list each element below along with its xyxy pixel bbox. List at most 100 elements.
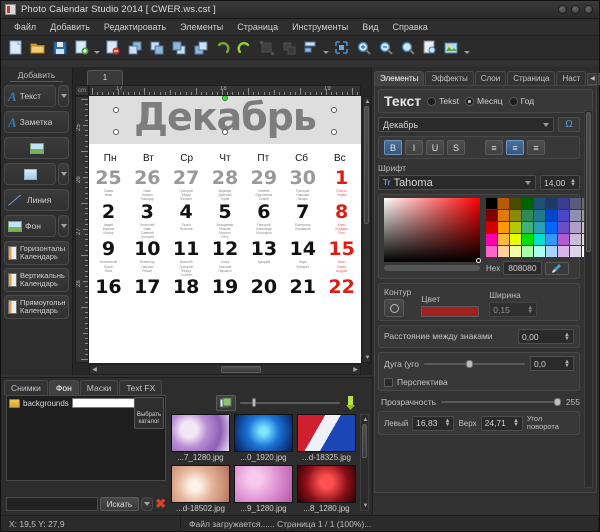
color-swatch[interactable] [510,246,521,257]
color-alpha-slider[interactable] [384,265,480,271]
calendar-day-cell[interactable]: 15ИванПавелАндрей [322,239,361,277]
top-steppers[interactable]: ▲▼ [513,419,519,427]
sv-cursor[interactable] [476,258,481,263]
char-spacing-spin[interactable]: 0,00 ▲▼ [518,329,574,344]
calendar-page[interactable]: Декабрь ПнВтСрЧтПтСбВс 25СавваИван26Иван… [89,96,361,363]
color-swatch[interactable] [558,222,569,233]
zoom-in-icon[interactable] [353,38,374,58]
sidebar-item-vertical-calendar[interactable]: Вертикальнь Календарь [4,268,69,292]
selection-handle-bc[interactable] [222,129,228,135]
thumb-pink-pattern[interactable] [234,465,293,503]
color-swatch[interactable] [522,246,533,257]
calendar-day-cell[interactable]: 17 [128,277,167,297]
color-swatch[interactable] [570,222,581,233]
color-swatch[interactable] [486,234,497,245]
menu-help[interactable]: Справка [386,20,435,34]
color-swatch[interactable] [558,234,569,245]
tab-layers[interactable]: Слои [475,71,506,85]
color-swatch[interactable] [498,246,509,257]
selection-handle-tr[interactable] [331,107,337,113]
minimize-button[interactable] [558,5,567,14]
export-image-icon[interactable] [441,38,462,58]
color-swatch[interactable] [546,222,557,233]
menu-elements[interactable]: Элементы [173,20,230,34]
calendar-day-cell[interactable]: 2АвдейВарламИосиф [89,202,128,240]
calendar-day-cell[interactable]: 11ВасилийГригорийФёдорСтепан [167,239,206,277]
library-scroll-down[interactable]: ▼ [361,501,370,510]
color-swatch[interactable] [510,222,521,233]
menu-edit[interactable]: Редактировать [97,20,173,34]
thumbnail-item[interactable]: ...8_1280.jpg [297,465,356,513]
calendar-day-cell[interactable]: 8КлимКлавдияПётр [322,202,361,240]
color-swatch[interactable] [546,234,557,245]
thumbnail-size-slider[interactable] [240,398,340,408]
send-backward-icon[interactable] [168,38,189,58]
italic-button[interactable]: I [405,140,423,155]
calendar-day-cell[interactable]: 30ГригорийНиколайЛазарь [283,168,322,202]
arc-slider[interactable] [424,359,525,369]
text-dropdown-icon[interactable] [58,85,69,107]
color-swatch[interactable] [486,210,497,221]
perspective-checkbox[interactable] [384,378,393,387]
export-dropdown-icon[interactable] [463,38,471,58]
calendar-day-cell[interactable]: 1ПлатонРоман [322,168,361,202]
top-value-spin[interactable]: 24,71 ▲▼ [481,416,523,431]
horizontal-ruler[interactable]: 171819 [89,85,361,96]
properties-scroll-thumb[interactable] [586,112,591,252]
vertical-ruler[interactable]: 25262728 [75,96,89,363]
choose-directory-button[interactable]: Выбрать каталог [134,397,164,429]
color-swatch[interactable] [546,198,557,209]
add-page-icon[interactable] [71,38,92,58]
font-size-steppers[interactable]: ▲▼ [570,179,576,187]
calendar-day-cell[interactable]: 22 [322,277,361,297]
bring-forward-icon[interactable] [146,38,167,58]
menu-page[interactable]: Страница [230,20,285,34]
menu-tools[interactable]: Инструменты [285,20,355,34]
canvas-hscroll-thumb[interactable] [221,366,261,373]
group-icon[interactable] [256,38,277,58]
align-right-button[interactable]: ≡ [527,140,545,155]
contour-width-spin[interactable]: 0,15 ▲▼ [489,302,537,317]
tab-background[interactable]: Фон [49,380,79,395]
align-left-button[interactable]: ≡ [485,140,503,155]
color-swatch[interactable] [510,234,521,245]
color-swatch[interactable] [498,234,509,245]
saturation-value-picker[interactable] [384,198,480,262]
color-swatch[interactable] [486,198,497,209]
hex-value-input[interactable]: 808080 [503,261,541,275]
bring-front-icon[interactable] [124,38,145,58]
background-dropdown-icon[interactable] [58,215,69,237]
color-swatch[interactable] [498,210,509,221]
color-swatch[interactable] [558,210,569,221]
color-swatch[interactable] [534,222,545,233]
font-size-spin[interactable]: 14,00 ▲▼ [540,175,580,190]
color-swatch[interactable] [522,198,533,209]
color-swatch[interactable] [546,210,557,221]
menu-add[interactable]: Добавить [43,20,97,34]
selection-handle-br[interactable] [331,129,337,135]
new-file-icon[interactable] [5,38,26,58]
bold-button[interactable]: B [384,140,402,155]
library-scroll-thumb[interactable] [362,424,367,458]
color-swatch[interactable] [486,246,497,257]
left-value-spin[interactable]: 16,83 ▲▼ [412,416,454,431]
sidebar-item-text[interactable]: A Текст [4,85,56,107]
page-tab-1[interactable]: 1 [87,70,123,85]
color-swatch[interactable] [522,222,533,233]
sidebar-item-note[interactable]: A Заметка [4,111,69,133]
search-input[interactable] [6,497,98,511]
calendar-day-cell[interactable]: 18 [167,277,206,297]
contour-toggle-button[interactable] [384,299,404,317]
sidebar-item-shape[interactable] [4,163,56,185]
color-swatch[interactable] [522,210,533,221]
font-family-combo[interactable]: Tr Tahoma [378,175,536,190]
char-spacing-steppers[interactable]: ▲▼ [564,333,570,341]
sidebar-item-background[interactable]: Фон [4,215,56,237]
color-swatch[interactable] [534,210,545,221]
tab-masks[interactable]: Маски [80,380,119,395]
send-back-icon[interactable] [190,38,211,58]
calendar-day-cell[interactable]: 19 [206,277,245,297]
search-dropdown-icon[interactable] [141,497,153,511]
thumbnail-item[interactable]: ...d-18502.jpg [171,465,230,513]
menu-view[interactable]: Вид [355,20,385,34]
